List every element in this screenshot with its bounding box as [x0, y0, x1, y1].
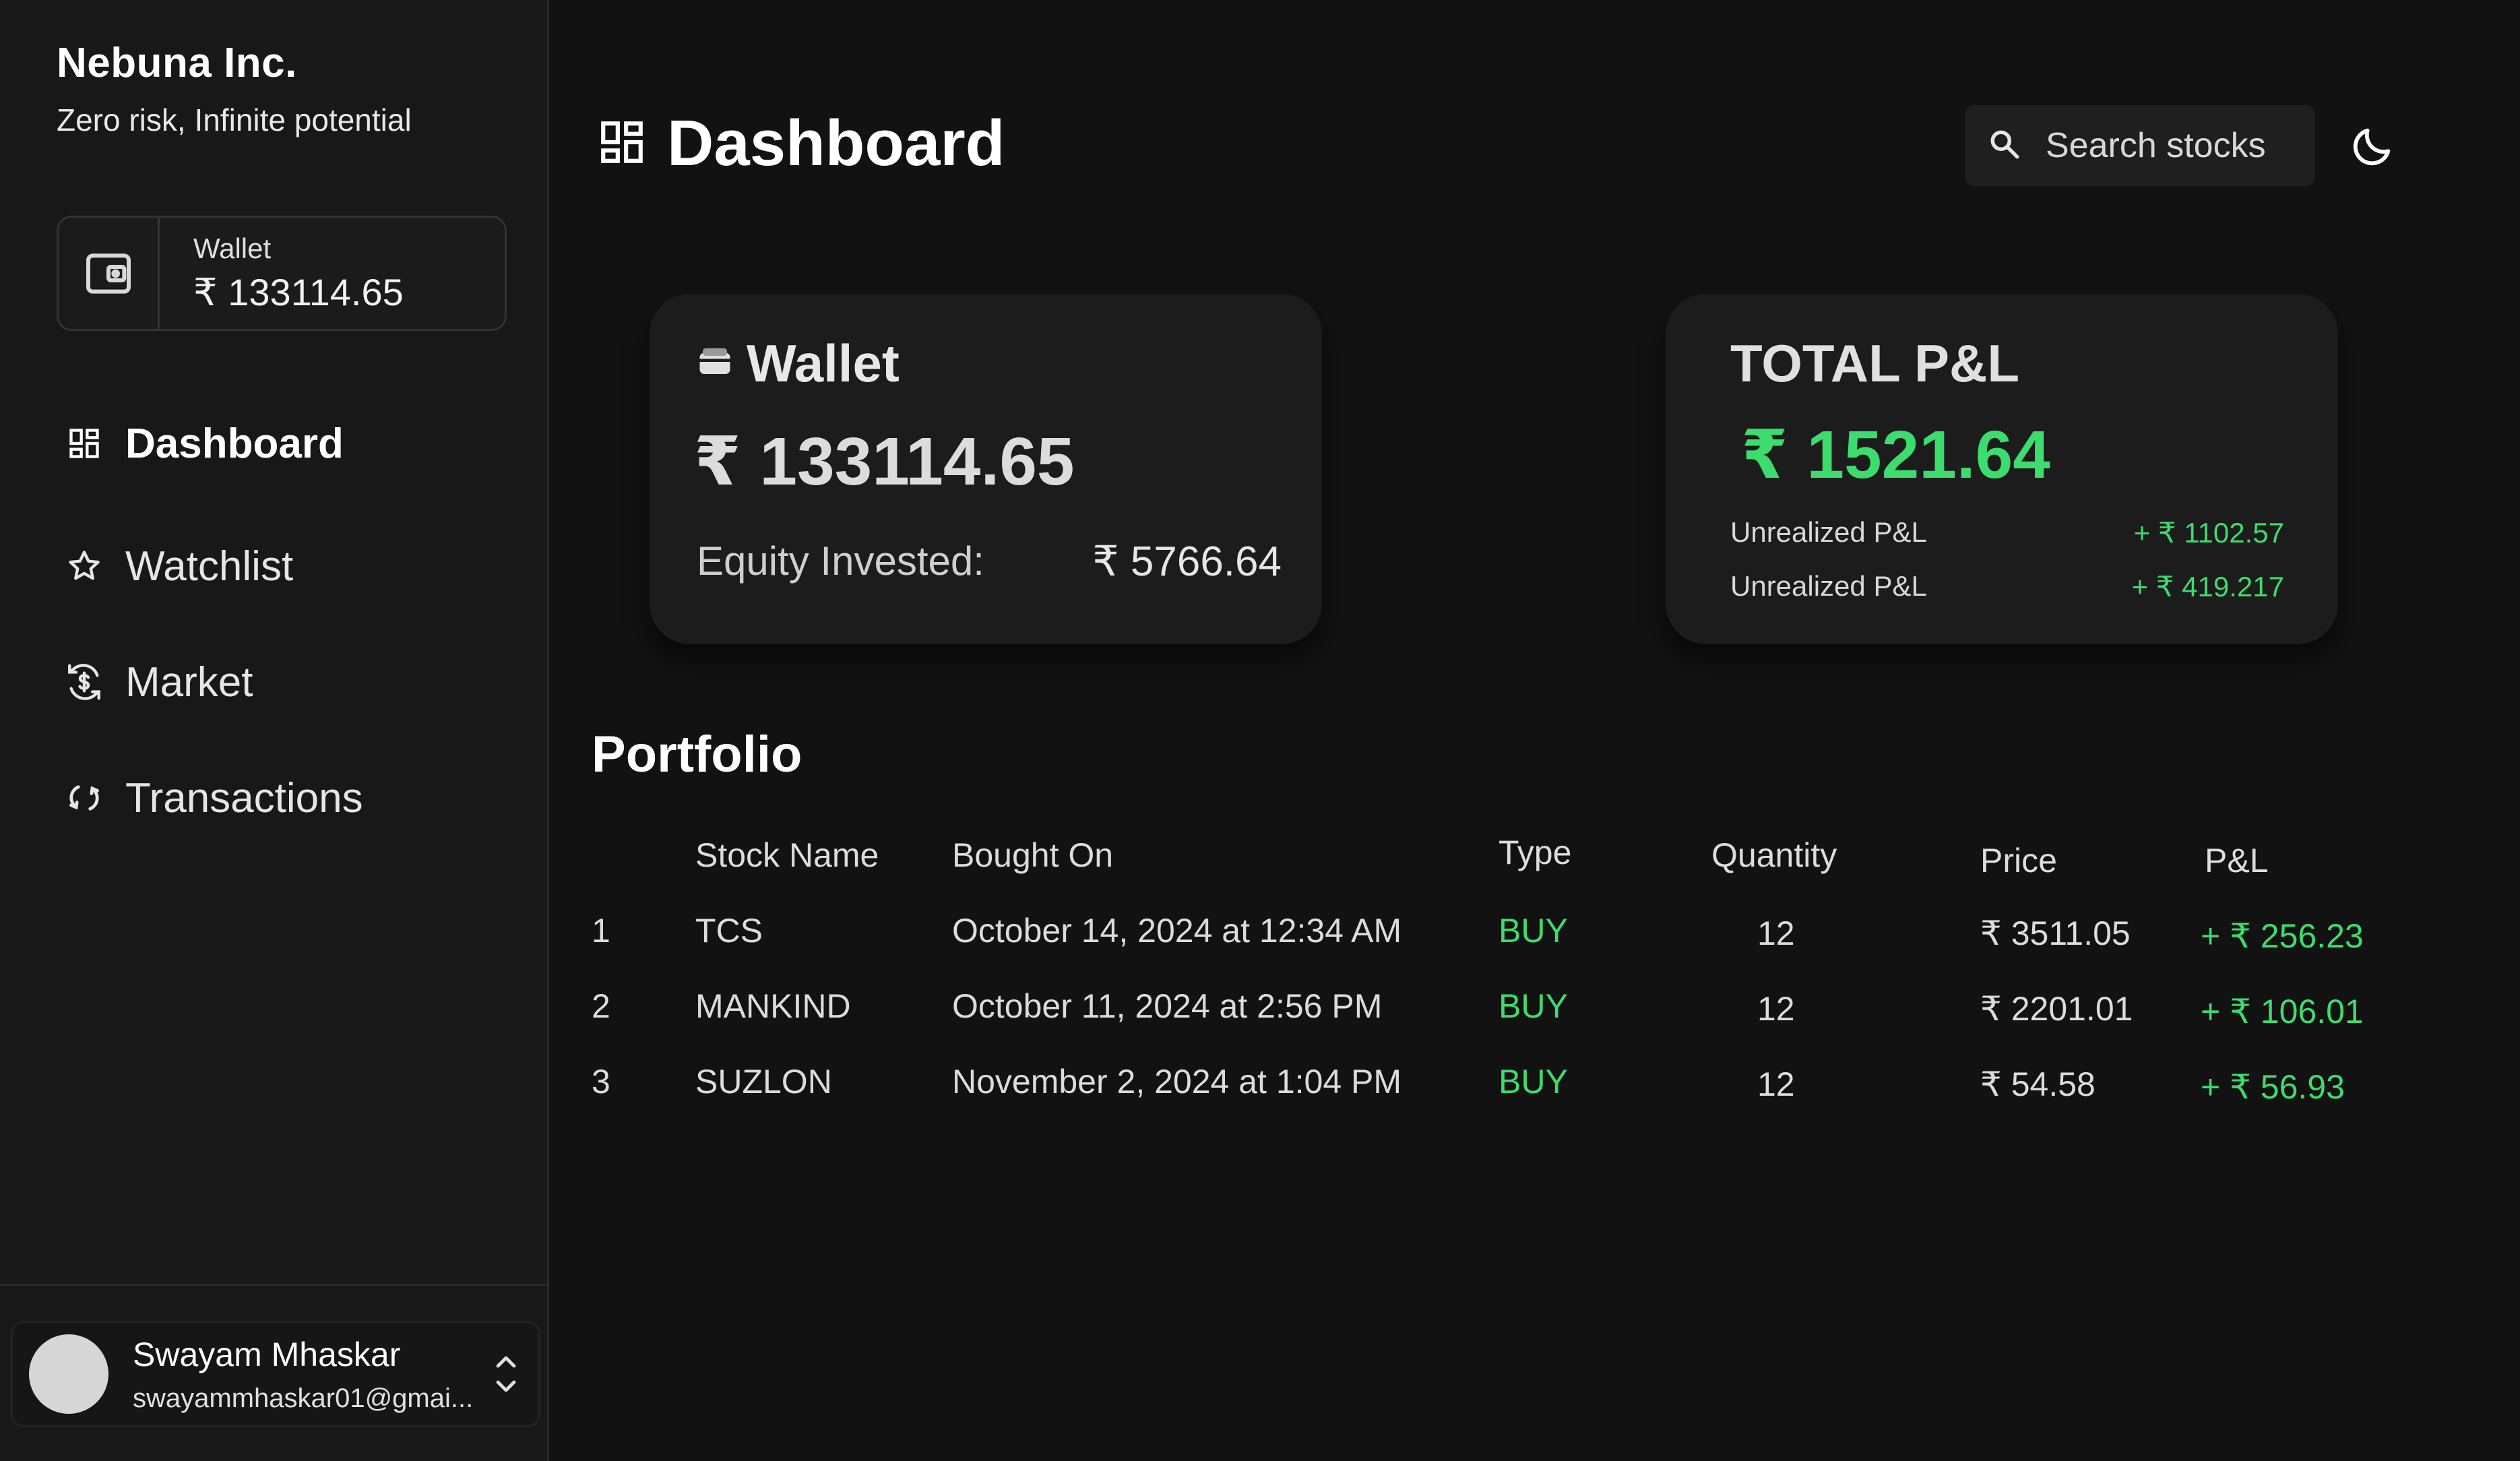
sidebar-item-label: Watchlist — [125, 542, 294, 590]
wallet-card-title: Wallet — [747, 334, 900, 393]
sidebar-item-watchlist[interactable]: Watchlist — [65, 540, 363, 592]
sidebar-item-dashboard[interactable]: Dashboard — [65, 411, 363, 476]
row-index: 1 — [592, 912, 610, 950]
sidebar-item-label: Market — [125, 658, 253, 706]
stock-name[interactable]: TCS — [695, 911, 763, 950]
trade-type: BUY — [1499, 987, 1568, 1025]
user-name: Swayam Mhaskar — [133, 1335, 401, 1373]
dashboard-icon — [65, 424, 104, 463]
sidebar-item-market[interactable]: Market — [65, 656, 363, 708]
trade-type: BUY — [1499, 1063, 1568, 1100]
sidebar-item-label: Dashboard — [125, 420, 344, 467]
sidebar-item-transactions[interactable]: Transactions — [65, 772, 363, 823]
pl-value: + ₹ 106.01 — [2201, 993, 2364, 1030]
brand-name: Nebuna Inc. — [57, 40, 297, 86]
wallet-balance: ₹ 133114.65 — [694, 424, 1075, 499]
wallet-icon — [59, 218, 160, 329]
avatar — [29, 1334, 108, 1414]
chevron-up-down-icon[interactable] — [493, 1347, 519, 1404]
currency-exchange-icon — [65, 662, 104, 702]
search-icon — [1988, 127, 2021, 164]
equity-invested-label: Equity Invested: — [697, 538, 984, 584]
stock-name[interactable]: MANKIND — [695, 987, 851, 1026]
sync-icon — [65, 778, 104, 817]
pl-breakdown-row: Unrealized P&L + ₹ 1102.57 — [1730, 516, 2284, 549]
sidebar-item-label: Transactions — [125, 774, 363, 821]
equity-invested-value: ₹ 5766.64 — [1092, 538, 1282, 585]
row-index: 2 — [592, 987, 610, 1025]
page-header: Dashboard — [597, 106, 1005, 181]
column-header-bought-on: Bought On — [952, 836, 1114, 874]
pl-row-label: Unrealized P&L — [1730, 516, 1927, 548]
sidebar-nav: Dashboard Watchlist Market Transactions — [65, 411, 363, 823]
brand-tagline: Zero risk, Infinite potential — [57, 102, 412, 137]
total-pl-card: TOTAL P&L ₹ 1521.64 Unrealized P&L + ₹ 1… — [1666, 294, 2338, 644]
sidebar-wallet-summary[interactable]: Wallet ₹ 133114.65 — [57, 216, 507, 331]
wallet-icon — [697, 344, 733, 383]
pl-row-label: Unrealized P&L — [1730, 570, 1927, 602]
trade-type: BUY — [1499, 912, 1568, 950]
sidebar-footer: Swayam Mhaskar swayammhaskar01@gmai... — [0, 1284, 547, 1461]
column-header-quantity: Quantity — [1711, 836, 1837, 874]
column-header-pl: P&L — [2205, 842, 2269, 879]
column-header-price: Price — [1980, 842, 2057, 879]
bought-on: October 14, 2024 at 12:34 AM — [952, 912, 1402, 950]
price: ₹ 3511.05 — [1980, 914, 2131, 952]
portfolio-title: Portfolio — [592, 726, 802, 783]
pl-breakdown-row: Unrealized P&L + ₹ 419.217 — [1730, 570, 2284, 603]
pl-row-value: + ₹ 1102.57 — [2133, 517, 2284, 549]
sidebar-wallet-value: ₹ 133114.65 — [193, 270, 404, 313]
page-title: Dashboard — [667, 107, 1005, 179]
quantity: 12 — [1757, 914, 1795, 952]
pl-value: + ₹ 56.93 — [2201, 1068, 2345, 1106]
sidebar-wallet-label: Wallet — [193, 232, 272, 264]
theme-toggle-moon-icon[interactable] — [2349, 123, 2396, 173]
column-header-type: Type — [1499, 834, 1572, 871]
dashboard-icon — [597, 117, 647, 170]
column-header-stock-name: Stock Name — [695, 836, 879, 874]
quantity: 12 — [1757, 990, 1795, 1028]
search-input[interactable] — [2046, 125, 2288, 166]
wallet-card: Wallet ₹ 133114.65 Equity Invested: ₹ 57… — [650, 294, 1322, 644]
row-index: 3 — [592, 1063, 610, 1100]
user-menu[interactable]: Swayam Mhaskar swayammhaskar01@gmai... — [11, 1321, 540, 1427]
sidebar: Nebuna Inc. Zero risk, Infinite potentia… — [0, 0, 549, 1461]
price: ₹ 2201.01 — [1980, 990, 2133, 1028]
pl-row-value: + ₹ 419.217 — [2131, 571, 2284, 602]
total-pl-title: TOTAL P&L — [1730, 334, 2019, 393]
price: ₹ 54.58 — [1980, 1065, 2096, 1103]
user-email: swayammhaskar01@gmai... — [133, 1383, 474, 1413]
search-box[interactable] — [1965, 105, 2315, 186]
quantity: 12 — [1757, 1065, 1795, 1103]
brand: Nebuna Inc. Zero risk, Infinite potentia… — [57, 39, 412, 138]
pl-value: + ₹ 256.23 — [2201, 917, 2364, 955]
stock-name[interactable]: SUZLON — [695, 1062, 832, 1101]
bought-on: October 11, 2024 at 2:56 PM — [952, 987, 1383, 1025]
star-icon — [65, 547, 104, 586]
total-pl-value: ₹ 1521.64 — [1741, 417, 2050, 493]
bought-on: November 2, 2024 at 1:04 PM — [952, 1063, 1402, 1100]
